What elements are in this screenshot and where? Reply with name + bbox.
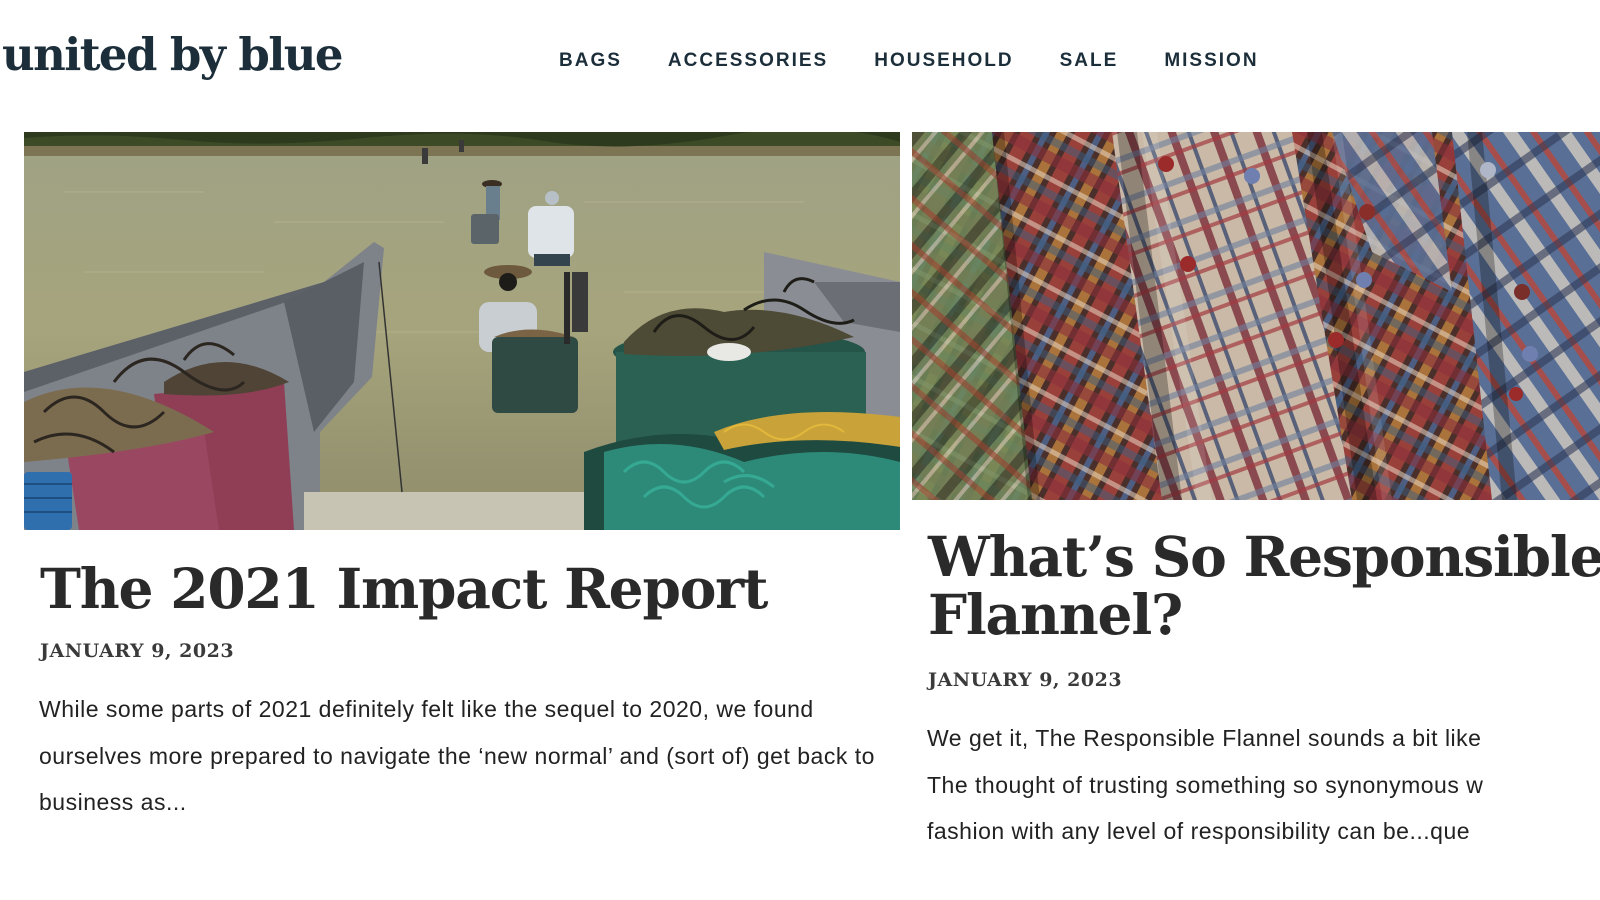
post-title-line-1: What’s So Responsible A (928, 524, 1600, 589)
nav-link-mission[interactable]: MISSION (1164, 50, 1258, 72)
nav-link-household[interactable]: HOUSEHOLD (874, 50, 1013, 72)
ocean-cleanup-illustration (24, 132, 900, 530)
nav-link-accessories[interactable]: ACCESSORIES (668, 50, 828, 72)
flannel-shirts-illustration (912, 132, 1600, 500)
main-nav: BAGS ACCESSORIES HOUSEHOLD SALE MISSION (559, 50, 1305, 72)
hero-image-ocean-cleanup[interactable] (24, 132, 900, 530)
post-excerpt: We get it, The Responsible Flannel sound… (927, 715, 1600, 855)
post-title-line-2: Flannel? (928, 582, 1183, 647)
blog-card-impact-report: The 2021 Impact Report JANUARY 9, 2023 W… (24, 132, 900, 892)
post-title[interactable]: The 2021 Impact Report (40, 560, 768, 618)
post-excerpt-line-3: fashion with any level of responsibility… (927, 818, 1471, 844)
post-excerpt: While some parts of 2021 definitely felt… (39, 696, 875, 815)
hero-image-flannel-shirts[interactable] (912, 132, 1600, 500)
brand-logo[interactable]: united by blue (2, 28, 343, 81)
post-excerpt-line-2: The thought of trusting something so syn… (927, 771, 1484, 798)
post-date: JANUARY 9, 2023 (928, 669, 1123, 691)
blog-card-responsible-flannel: What’s So Responsible A Flannel? JANUARY… (912, 132, 1600, 892)
post-date: JANUARY 9, 2023 (40, 640, 235, 662)
nav-link-sale[interactable]: SALE (1060, 50, 1119, 72)
post-title[interactable]: What’s So Responsible A Flannel? (928, 528, 1600, 644)
post-excerpt-line-1: We get it, The Responsible Flannel sound… (927, 725, 1482, 751)
site-header: united by blue BAGS ACCESSORIES HOUSEHOL… (0, 0, 1600, 125)
nav-link-bags[interactable]: BAGS (559, 50, 622, 72)
